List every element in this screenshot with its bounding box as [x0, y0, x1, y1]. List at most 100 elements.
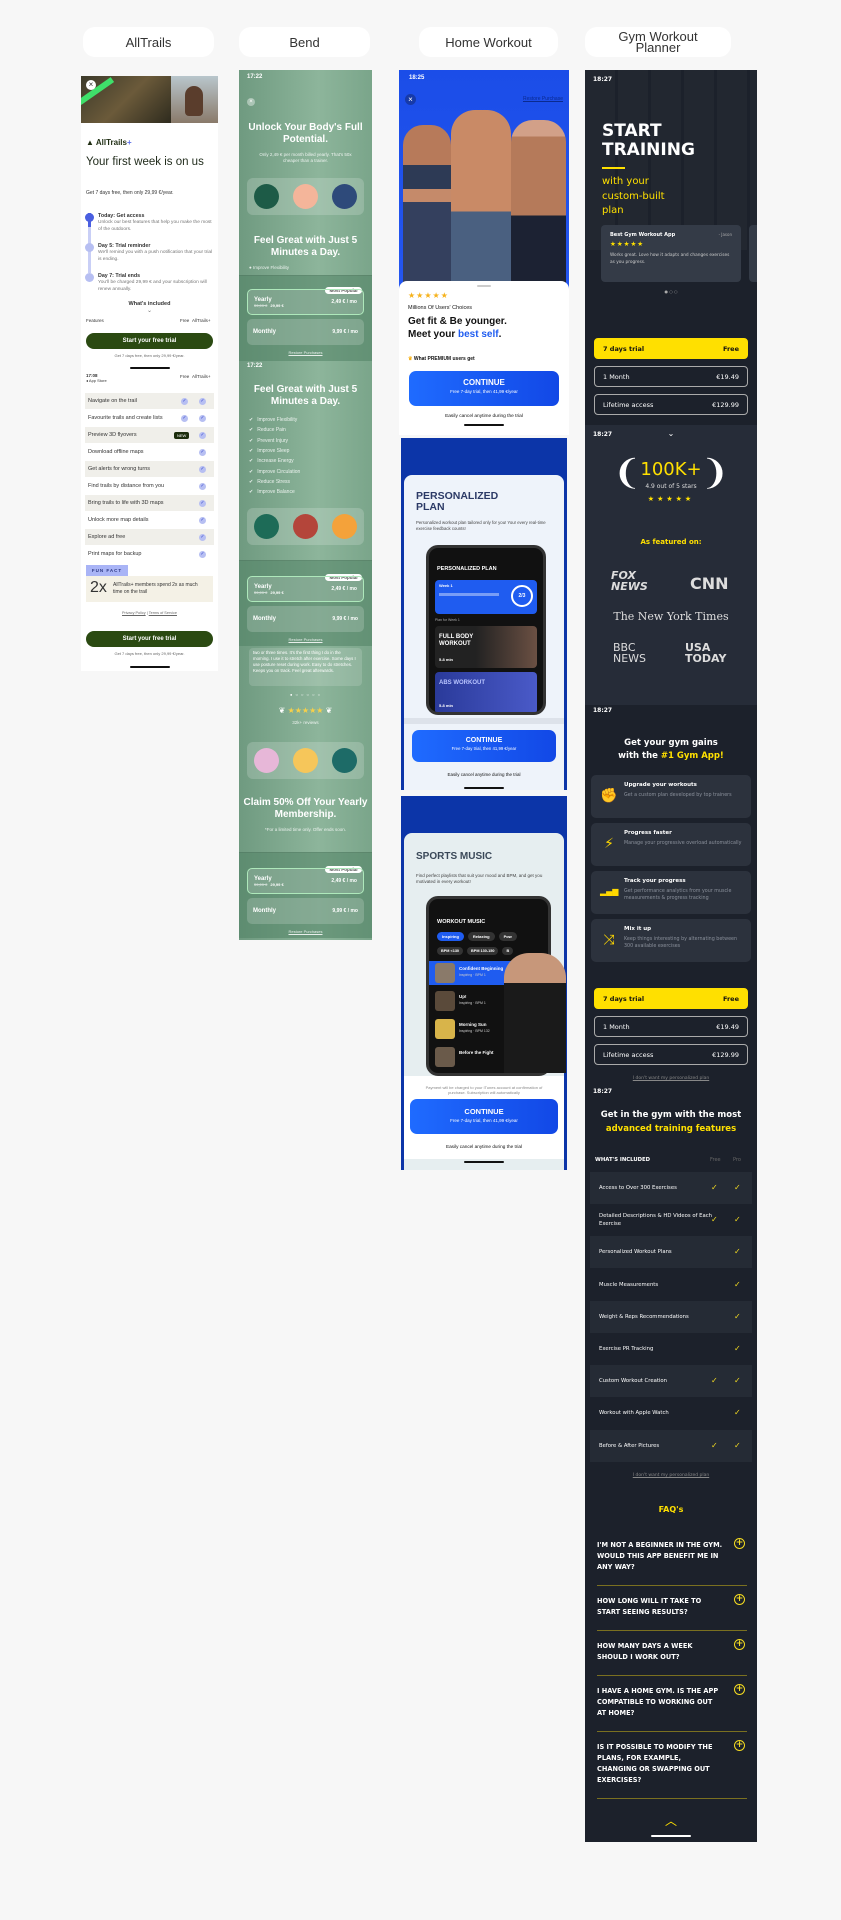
plan-price: €129.99	[712, 400, 739, 409]
start-trial-button-bottom[interactable]: Start your free trial	[86, 631, 213, 647]
chevron-down-icon[interactable]: ⌄	[81, 307, 218, 314]
faq-item[interactable]: HOW LONG WILL IT TAKE TO START SEEING RE…	[597, 1586, 747, 1631]
decline-link[interactable]: I don't want my personalized plan	[585, 1473, 757, 1478]
restore-purchases-link[interactable]: Restore Purchases	[239, 929, 372, 934]
continue-button[interactable]: CONTINUE Free 7-day trial, then 41,99 €/y…	[410, 1099, 558, 1134]
cta-note: Get 7 days free, then only 29,99 €/year.	[114, 353, 185, 358]
close-button[interactable]: ×	[86, 80, 96, 90]
continue-button[interactable]: CONTINUE Free 7-day trial, then 41,99 €/y…	[412, 730, 556, 762]
rating-count: 100K+	[640, 459, 702, 480]
music-desc: Find perfect playlists that suit your mo…	[416, 873, 543, 884]
timeline-text: We'll remind you with a push notificatio…	[98, 250, 213, 262]
faq-item[interactable]: I HAVE A HOME GYM. IS THE APP COMPATIBLE…	[597, 1676, 747, 1732]
plan-label: Lifetime access	[603, 1050, 654, 1059]
start-trial-button[interactable]: Start your free trial	[86, 333, 213, 349]
carousel-dots[interactable]: ● ○ ○ ○ ○ ○	[239, 692, 372, 697]
plus-circle-icon[interactable]: +	[734, 1684, 745, 1695]
check-icon: ✓	[734, 1215, 741, 1225]
yearly-plan-option[interactable]: Yearly 59,99 €29,99 € 2,49 € / mo	[247, 576, 364, 602]
plus-circle-icon[interactable]: +	[734, 1538, 745, 1549]
plan-option[interactable]: Lifetime access €129.99	[594, 1044, 748, 1065]
restore-purchases-link[interactable]: Restore Purchases	[239, 637, 372, 642]
monthly-plan-option[interactable]: Monthly 9,99 € / mo	[247, 319, 364, 345]
faq-item[interactable]: HOW MANY DAYS A WEEK SHOULD I WORK OUT? +	[597, 1631, 747, 1676]
yearly-price: 2,49 € / mo	[331, 878, 357, 884]
privacy-link[interactable]: Privacy Policy	[122, 611, 146, 615]
price-line: 59,99 €29,99 €	[254, 882, 284, 887]
chevron-up-icon[interactable]: ︿	[585, 1812, 757, 1829]
faq-item[interactable]: IS IT POSSIBLE TO MODIFY THE PLANS, FOR …	[597, 1732, 747, 1799]
benefit-item: ✔ Reduce Pain	[249, 427, 286, 433]
yearly-plan-option[interactable]: Yearly 59,99 €29,99 € 2,49 € / mo	[247, 868, 364, 894]
plan-option[interactable]: 7 days trial Free	[594, 988, 748, 1009]
plan-option[interactable]: 1 Month €19.49	[594, 366, 748, 387]
feature-table-row: Exercise PR Tracking ✓	[590, 1333, 752, 1365]
label-bend: Bend	[239, 27, 370, 57]
plan-option[interactable]: Lifetime access €129.99	[594, 394, 748, 415]
home-indicator	[464, 424, 504, 426]
restore-purchase-link[interactable]: Restore Purchase	[523, 96, 563, 102]
close-button[interactable]: ×	[405, 94, 416, 105]
monthly-price: 9,99 € / mo	[332, 329, 358, 335]
terms-link[interactable]: Terms of Service	[149, 611, 177, 615]
feature-text: Get performance analytics from your musc…	[624, 889, 732, 901]
feature-row: Preview 3D flyovers NEW ✓	[85, 427, 214, 443]
feature-title: Track your progress	[624, 878, 686, 884]
plan-label: 7 days trial	[603, 994, 645, 1003]
price-line: 59,99 €29,99 €	[254, 590, 284, 595]
old-price: 59,99 €	[254, 302, 268, 308]
track-cover	[435, 1047, 455, 1067]
carousel-dots[interactable]: ● ○ ○	[585, 289, 757, 294]
plus-circle-icon[interactable]: +	[734, 1740, 745, 1751]
track-meta: Inspiring · BPM 1	[459, 973, 486, 977]
feature-row: Download offline maps ✓	[85, 444, 214, 460]
feature-table-row: Before & After Pictures ✓ ✓	[590, 1429, 752, 1462]
check-icon: ✓	[734, 1279, 741, 1289]
label-alltrails: AllTrails	[83, 27, 214, 57]
feature-card: ✊ Upgrade your workouts Get a custom plan …	[591, 775, 751, 818]
feature-label: Get alerts for wrong turns	[88, 466, 151, 472]
old-price: 59,99 €	[254, 589, 268, 595]
track-name: Up!	[459, 994, 467, 999]
feature-table-row: Workout with Apple Watch ✓	[590, 1397, 752, 1429]
feature-card: ⤨ Mix it up Keep things interesting by alt…	[591, 919, 751, 962]
check-icon: ✓	[711, 1215, 718, 1225]
feature-label: Personalized Workout Plans	[599, 1249, 672, 1256]
plan-option[interactable]: 7 days trial Free	[594, 338, 748, 359]
restore-purchases-link[interactable]: Restore Purchases	[239, 350, 372, 355]
hero-subtitle: with your custom-built plan	[602, 176, 665, 216]
col-features: Features	[86, 318, 104, 323]
plan-desc: Personalized workout plan tailored only …	[416, 520, 546, 531]
bend-heading: Feel Great with Just 5 Minutes a Day.	[253, 384, 358, 407]
feature-label: Unlock more map details	[88, 517, 149, 523]
plan-label: Lifetime access	[603, 400, 654, 409]
benefit-label: Improve Circulation	[257, 468, 301, 475]
plus-circle-icon[interactable]: +	[734, 1639, 745, 1650]
plan-screen: PERSONALIZED PLAN Personalized workout p…	[401, 438, 567, 790]
review-card[interactable]: Best Gym Workout App - Jason ★★★★★ Works…	[601, 225, 741, 282]
feature-label: Muscle Measurements	[599, 1281, 659, 1288]
laurel-stars: ❦ ★★★★★ ❦	[278, 706, 333, 715]
feature-card: ▂▄▆ Track your progress Get performance an…	[591, 871, 751, 914]
plan-option[interactable]: 1 Month €19.49	[594, 1016, 748, 1037]
nyt-logo: The New York Times	[613, 610, 729, 623]
plan-name: Monthly	[253, 908, 276, 914]
back-to-app-store[interactable]: ◂ App Store	[86, 378, 107, 383]
timeline-title: Day 5: Trial reminder	[98, 243, 151, 249]
status-time: 17:22	[247, 363, 263, 369]
close-button[interactable]: ×	[247, 98, 255, 106]
feature-title: Mix it up	[624, 926, 652, 932]
continue-button[interactable]: CONTINUE Free 7-day trial, then 41,99 €/y…	[409, 371, 559, 406]
chevron-down-icon[interactable]: ⌄	[585, 429, 757, 438]
whats-included-label: WHAT'S INCLUDED	[595, 1157, 651, 1163]
hiker-photo	[171, 76, 218, 123]
faq-question: IS IT POSSIBLE TO MODIFY THE PLANS, FOR …	[597, 1743, 713, 1784]
home-indicator	[464, 1161, 504, 1163]
plus-circle-icon[interactable]: +	[734, 1594, 745, 1605]
monthly-plan-option[interactable]: Monthly 9,99 € / mo	[247, 606, 364, 632]
faq-item[interactable]: I'M NOT A BEGINNER IN THE GYM. WOULD THI…	[597, 1530, 747, 1586]
cancel-note: Easily cancel anytime during the trial	[445, 414, 523, 419]
yearly-plan-option[interactable]: Yearly 59,99 €29,99 € 2,49 € / mo	[247, 289, 364, 315]
decline-link[interactable]: I don't want my personalized plan	[585, 1076, 757, 1081]
monthly-plan-option[interactable]: Monthly 9,99 € / mo	[247, 898, 364, 924]
